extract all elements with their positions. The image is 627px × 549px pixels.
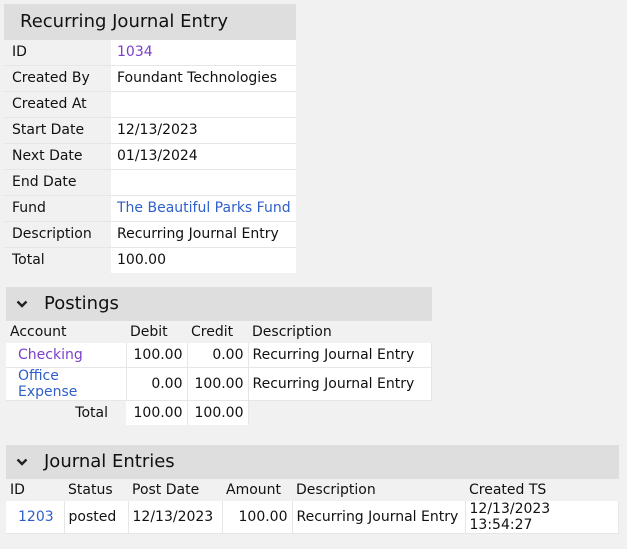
col-post-date: Post Date [128,479,222,501]
end-date-value [111,170,296,195]
created-at-label: Created At [4,92,111,117]
fund-link[interactable]: The Beautiful Parks Fund [117,200,291,216]
post-date-cell: 12/13/2023 [128,501,223,534]
total-row: Total 100.00 100.00 [6,400,432,425]
start-date-label: Start Date [4,118,111,143]
created-by-label: Created By [4,66,111,91]
fund-label: Fund [4,196,111,221]
row-created-by: Created By Foundant Technologies [4,66,296,92]
col-created-ts: Created TS [465,479,619,501]
description-cell: Recurring Journal Entry [248,343,432,368]
total-spacer [248,400,432,425]
total-debit: 100.00 [126,400,188,425]
table-row: 1203 posted 12/13/2023 100.00 Recurring … [6,501,619,534]
total-label: Total [6,400,126,425]
credit-cell: 0.00 [187,343,249,368]
total-label: Total [4,248,111,273]
description-label: Description [4,222,111,247]
col-id: ID [6,479,64,501]
debit-cell: 0.00 [126,367,188,401]
col-account: Account [6,321,126,343]
journal-entries-header[interactable]: Journal Entries [6,445,619,479]
row-start-date: Start Date 12/13/2023 [4,118,296,144]
col-status: Status [64,479,128,501]
journal-entries-table: ID Status Post Date Amount Description C… [6,479,619,534]
id-link[interactable]: 1034 [117,44,153,60]
row-created-at: Created At [4,92,296,118]
amount-cell: 100.00 [222,501,293,534]
total-value: 100.00 [111,248,296,273]
table-row: Office Expense 0.00 100.00 Recurring Jou… [6,367,432,401]
description-value: Recurring Journal Entry [111,222,296,247]
col-debit: Debit [126,321,187,343]
created-at-value [111,92,296,117]
start-date-value: 12/13/2023 [111,118,296,143]
id-label: ID [4,40,111,65]
end-date-label: End Date [4,170,111,195]
panel-title: Recurring Journal Entry [4,4,296,40]
col-amount: Amount [222,479,292,501]
created-ts-cell: 12/13/2023 13:54:27 [465,501,619,534]
recurring-entry-panel: Recurring Journal Entry ID 1034 Created … [4,4,296,273]
row-next-date: Next Date 01/13/2024 [4,144,296,170]
col-description: Description [248,321,432,343]
description-cell: Recurring Journal Entry [248,367,432,401]
next-date-value: 01/13/2024 [111,144,296,169]
credit-cell: 100.00 [187,367,249,401]
row-id: ID 1034 [4,40,296,66]
debit-cell: 100.00 [126,343,188,368]
row-fund: Fund The Beautiful Parks Fund [4,196,296,222]
table-header-row: ID Status Post Date Amount Description C… [6,479,619,501]
table-header-row: Account Debit Credit Description [6,321,432,343]
created-by-value: Foundant Technologies [111,66,296,91]
account-link[interactable]: Checking [18,347,83,363]
status-cell: posted [64,501,129,534]
journal-entry-id-link[interactable]: 1203 [18,509,54,525]
next-date-label: Next Date [4,144,111,169]
postings-header[interactable]: Postings [6,287,432,321]
journal-entries-title: Journal Entries [44,451,175,472]
total-credit: 100.00 [187,400,249,425]
postings-section: Postings Account Debit Credit Descriptio… [6,287,432,425]
chevron-down-icon[interactable] [16,457,32,467]
postings-table: Account Debit Credit Description Checkin… [6,321,432,425]
table-row: Checking 100.00 0.00 Recurring Journal E… [6,343,432,368]
col-description: Description [292,479,465,501]
row-total: Total 100.00 [4,248,296,273]
account-link[interactable]: Office Expense [18,368,77,400]
col-credit: Credit [187,321,248,343]
chevron-down-icon[interactable] [16,299,32,309]
row-end-date: End Date [4,170,296,196]
postings-title: Postings [44,293,119,314]
row-description: Description Recurring Journal Entry [4,222,296,248]
description-cell: Recurring Journal Entry [292,501,466,534]
journal-entries-section: Journal Entries ID Status Post Date Amou… [6,445,619,534]
